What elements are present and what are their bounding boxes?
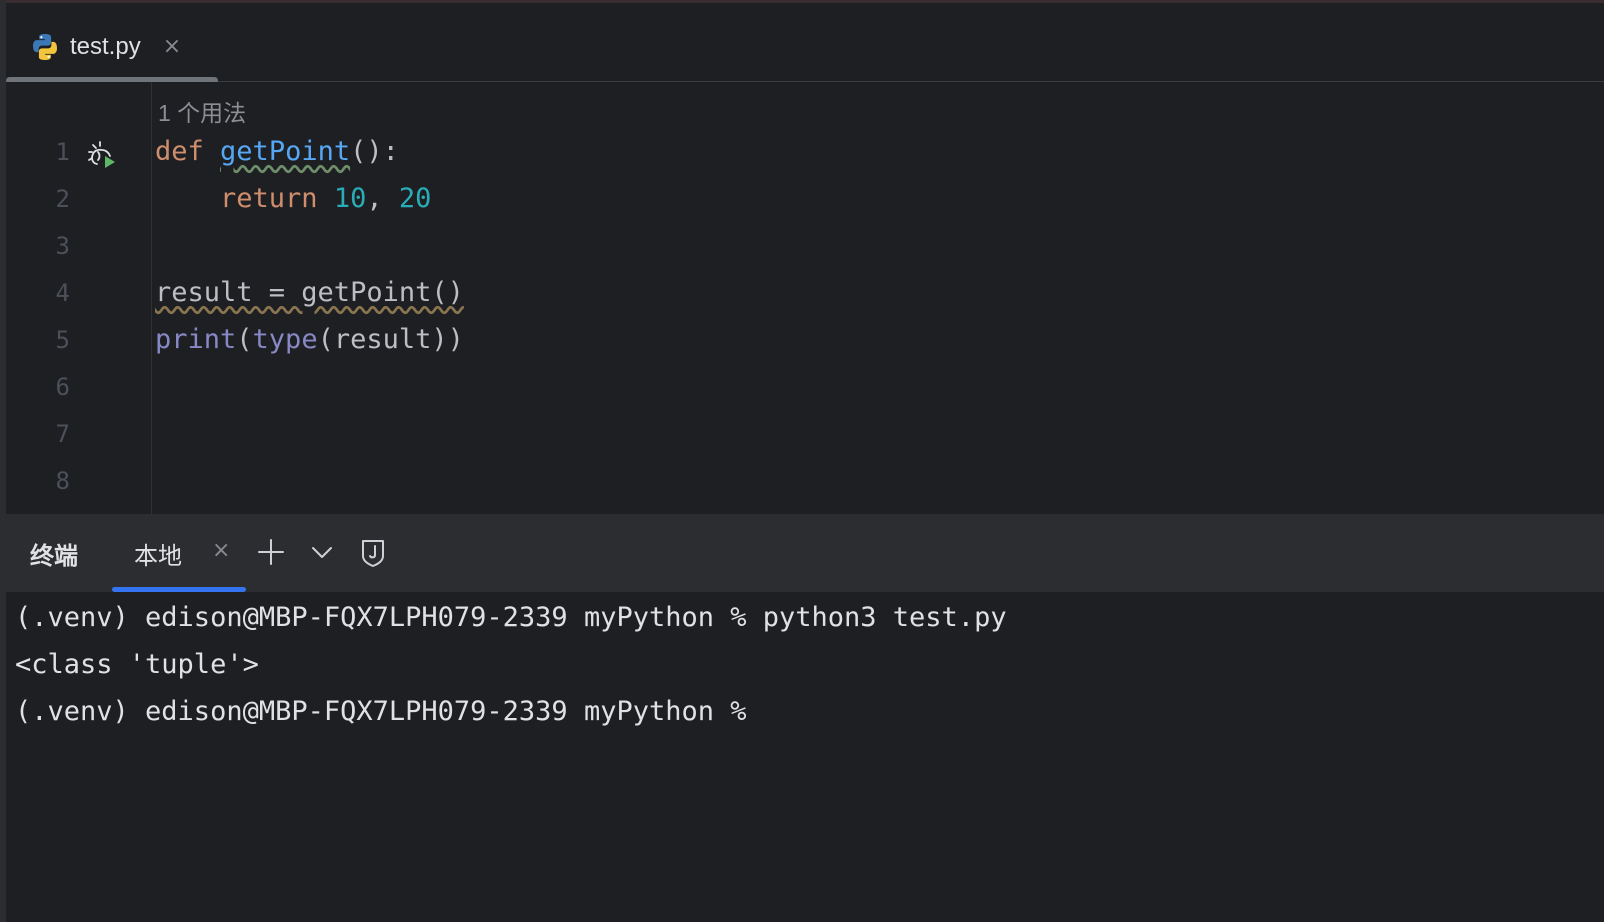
terminal-tab-label: 本地	[134, 542, 182, 570]
code-line-5: 5 print(type(result))	[6, 320, 1604, 367]
line-number: 4	[55, 279, 70, 307]
plus-icon[interactable]	[255, 536, 287, 568]
token-punct: (	[236, 324, 253, 355]
token-keyword: return	[220, 183, 318, 214]
terminal-header: 终端 本地 ×	[6, 514, 1604, 592]
token-builtin: type	[252, 324, 318, 355]
line-number: 2	[55, 185, 70, 213]
terminal-title[interactable]: 终端	[30, 536, 78, 571]
code-text[interactable]: return 10, 20	[155, 183, 431, 214]
code-line-2: 2 return 10, 20	[6, 179, 1604, 226]
line-number: 6	[55, 373, 70, 401]
code-line-7: 7	[6, 414, 1604, 461]
code-line-1: 1 def getPoint():	[6, 132, 1604, 179]
token-keyword: def	[155, 136, 204, 167]
token-punct: ():	[350, 136, 399, 167]
code-editor[interactable]: 1 个用法 1 def getPoint(): 2 return 10, 20	[6, 82, 1604, 525]
python-icon	[33, 34, 57, 60]
terminal-tab-close-icon[interactable]: ×	[212, 540, 230, 562]
terminal-tab-local[interactable]: 本地 ×	[112, 514, 246, 592]
token-statement: result = getPoint()	[155, 277, 464, 308]
code-text[interactable]: result = getPoint()	[155, 277, 464, 308]
editor-tab-bar: test.py ×	[6, 3, 1604, 84]
terminal-line: <class 'tuple'>	[15, 649, 259, 680]
code-line-3: 3	[6, 226, 1604, 273]
code-text[interactable]: print(type(result))	[155, 324, 464, 355]
code-line-8: 8	[6, 461, 1604, 508]
usage-hint[interactable]: 1 个用法	[158, 94, 246, 128]
line-number: 1	[55, 138, 70, 166]
line-number: 8	[55, 467, 70, 495]
line-number: 5	[55, 326, 70, 354]
line-number: 7	[55, 420, 70, 448]
token-builtin: print	[155, 324, 237, 355]
tab-test-py[interactable]: test.py ×	[30, 27, 181, 67]
tab-close-icon[interactable]: ×	[163, 36, 181, 58]
token-punct: (result))	[317, 324, 464, 355]
token-function-name: getPoint	[220, 136, 351, 167]
terminal-output[interactable]: (.venv) edison@MBP-FQX7LPH079-2339 myPyt…	[6, 592, 1604, 922]
code-text[interactable]: def getPoint():	[155, 136, 399, 167]
terminal-line: (.venv) edison@MBP-FQX7LPH079-2339 myPyt…	[15, 602, 1007, 633]
shield-j-icon[interactable]	[357, 536, 389, 568]
tab-title: test.py	[70, 33, 141, 60]
ide-window: test.py × 1 个用法 1 def getPoint(): 2 retu…	[0, 0, 1604, 922]
chevron-down-icon[interactable]	[306, 536, 338, 568]
token-number: 10	[333, 183, 367, 214]
token-punct: ,	[366, 183, 399, 214]
line-number: 3	[55, 232, 70, 260]
code-line-6: 6	[6, 367, 1604, 414]
run-debug-icon[interactable]	[86, 138, 120, 172]
code-line-4: 4 result = getPoint()	[6, 273, 1604, 320]
terminal-line: (.venv) edison@MBP-FQX7LPH079-2339 myPyt…	[15, 696, 747, 727]
token-number: 20	[398, 183, 432, 214]
